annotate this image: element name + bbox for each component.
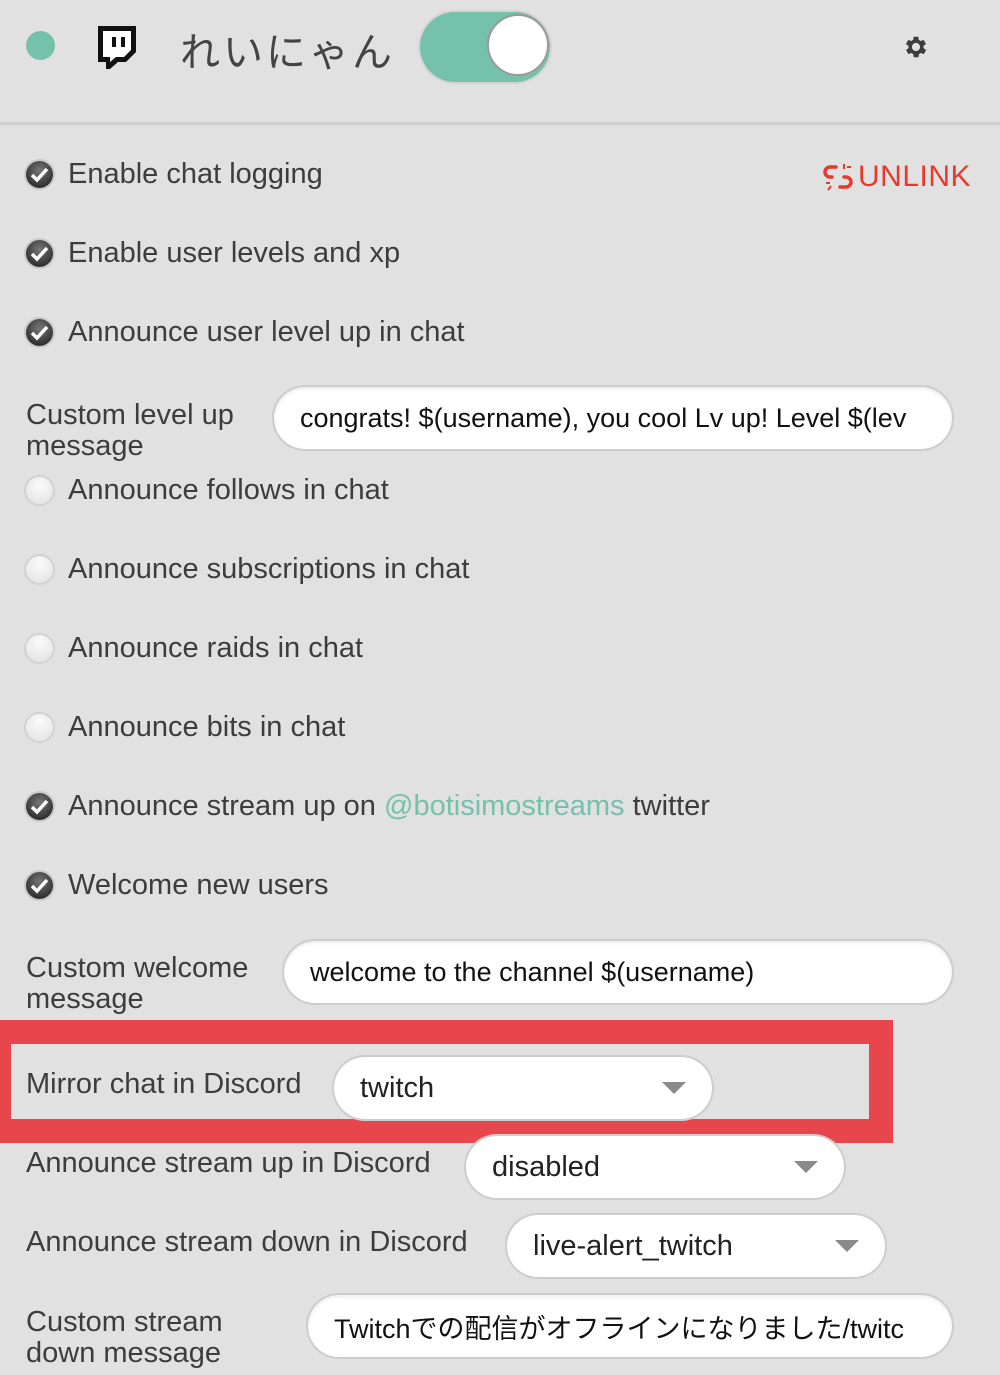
select-value: twitch	[360, 1071, 435, 1104]
chevron-down-icon	[794, 1161, 818, 1173]
checkbox-unchecked[interactable]	[26, 556, 53, 583]
select-value: live-alert_twitch	[533, 1229, 733, 1262]
bot-enabled-toggle[interactable]	[420, 12, 550, 82]
welcome-message-input[interactable]: welcome to the channel $(username)	[284, 941, 952, 1003]
stream-down-message-input[interactable]: Twitchでの配信がオフラインになりました/twitc	[308, 1295, 952, 1357]
checkmark-icon	[30, 246, 49, 262]
checkbox-checked[interactable]	[26, 161, 53, 188]
checkbox-checked[interactable]	[26, 240, 53, 267]
mirror-chat-select[interactable]: twitch	[334, 1057, 712, 1119]
level-up-message-input[interactable]: congrats! $(username), you cool Lv up! L…	[274, 387, 952, 449]
unlink-button[interactable]: UNLINK	[822, 160, 971, 194]
checkbox-checked[interactable]	[26, 793, 53, 820]
stream-down-discord-select[interactable]: live-alert_twitch	[507, 1215, 885, 1277]
checkbox-unchecked[interactable]	[26, 635, 53, 662]
twitter-handle-link[interactable]: @botisimostreams	[384, 790, 625, 823]
option-label: Announce subscriptions in chat	[68, 553, 470, 585]
gear-icon[interactable]	[902, 33, 930, 61]
option-label: Announce raids in chat	[68, 632, 364, 664]
unlink-label: UNLINK	[858, 160, 972, 193]
option-enable-chat-logging[interactable]: Enable chat logging	[26, 158, 323, 191]
option-label: Welcome new users	[68, 869, 329, 901]
checkmark-icon	[30, 167, 49, 183]
checkmark-icon	[30, 878, 49, 894]
stream-up-discord-select[interactable]: disabled	[466, 1136, 844, 1198]
online-status-indicator	[26, 31, 55, 60]
option-announce-twitter[interactable]: Announce stream up on @botisimostreams t…	[26, 790, 710, 823]
option-announce-subscriptions[interactable]: Announce subscriptions in chat	[26, 553, 469, 586]
option-label-suffix: twitter	[632, 790, 710, 822]
chevron-down-icon	[835, 1240, 859, 1252]
option-welcome-new-users[interactable]: Welcome new users	[26, 869, 329, 902]
option-label: Announce user level up in chat	[68, 316, 465, 348]
label-line: Custom level up	[26, 399, 234, 431]
mirror-chat-label: Mirror chat in Discord	[26, 1068, 302, 1101]
option-label: Announce bits in chat	[68, 711, 346, 743]
option-announce-bits[interactable]: Announce bits in chat	[26, 711, 345, 744]
option-label: Enable chat logging	[68, 158, 323, 190]
checkbox-unchecked[interactable]	[26, 477, 53, 504]
stream-down-discord-label-text: Announce stream down in Discord	[26, 1226, 468, 1258]
label-line: down message	[26, 1337, 222, 1369]
mirror-chat-label-text: Mirror chat in Discord	[26, 1068, 302, 1100]
level-up-message-label: Custom level up message	[26, 400, 234, 462]
label-line: Custom welcome	[26, 952, 249, 984]
toggle-knob[interactable]	[487, 14, 549, 76]
option-label: Announce stream up on	[68, 790, 376, 822]
checkbox-checked[interactable]	[26, 319, 53, 346]
option-enable-user-levels[interactable]: Enable user levels and xp	[26, 237, 400, 270]
option-label: Announce follows in chat	[68, 474, 389, 506]
stream-down-discord-label: Announce stream down in Discord	[26, 1226, 468, 1259]
select-value: disabled	[492, 1150, 601, 1183]
checkbox-unchecked[interactable]	[26, 714, 53, 741]
option-announce-follows[interactable]: Announce follows in chat	[26, 474, 389, 507]
checkmark-icon	[30, 325, 49, 341]
channel-name: れいにゃん	[180, 30, 395, 76]
label-line: message	[26, 430, 144, 462]
option-announce-level-up[interactable]: Announce user level up in chat	[26, 316, 465, 349]
label-line: message	[26, 983, 144, 1015]
broken-link-icon	[823, 164, 853, 191]
stream-down-message-label: Custom stream down message	[26, 1307, 223, 1369]
label-line: Custom stream	[26, 1306, 223, 1338]
channel-header: れいにゃん	[0, 0, 1000, 125]
option-announce-raids[interactable]: Announce raids in chat	[26, 632, 363, 665]
stream-up-discord-label-text: Announce stream up in Discord	[26, 1147, 431, 1179]
chevron-down-icon	[662, 1082, 686, 1094]
stream-up-discord-label: Announce stream up in Discord	[26, 1147, 431, 1180]
option-label: Enable user levels and xp	[68, 237, 401, 269]
welcome-message-label: Custom welcome message	[26, 953, 248, 1015]
checkbox-checked[interactable]	[26, 872, 53, 899]
checkmark-icon	[30, 799, 49, 815]
twitch-icon	[98, 26, 136, 69]
